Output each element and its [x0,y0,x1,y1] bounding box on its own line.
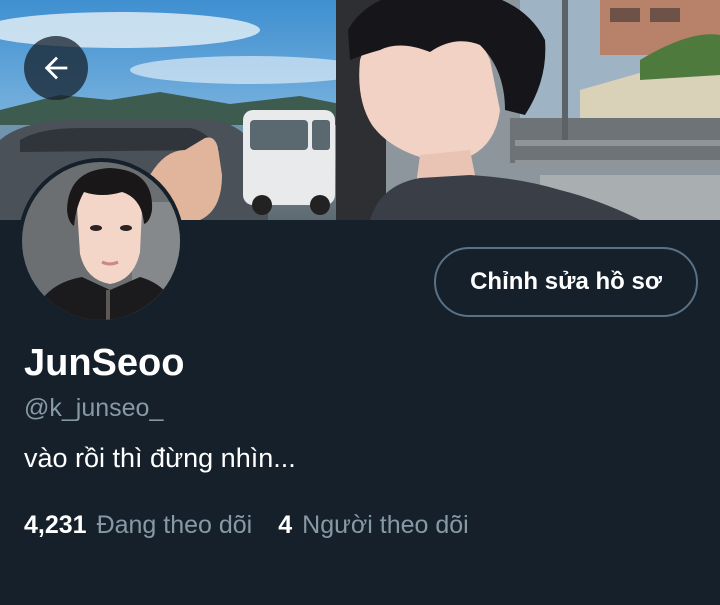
followers-label: Người theo dõi [302,511,469,539]
back-button[interactable] [24,36,88,100]
arrow-left-icon [44,56,68,80]
profile-avatar[interactable] [18,158,184,324]
following-label: Đang theo dõi [96,511,253,539]
edit-profile-button[interactable]: Chỉnh sửa hồ sơ [434,247,698,317]
user-handle: @k_junseo_ [24,394,164,422]
following-count: 4,231 [24,511,87,539]
followers-link[interactable]: 4 Người theo dõi [278,511,468,540]
profile-stats: 4,231 Đang theo dõi 4 Người theo dõi [24,511,469,540]
avatar-photo [22,162,180,320]
followers-count: 4 [278,511,293,539]
following-link[interactable]: 4,231 Đang theo dõi [24,511,252,540]
display-name: JunSeoo [24,342,185,384]
profile-bio: vào rồi thì đừng nhìn... [24,443,296,473]
